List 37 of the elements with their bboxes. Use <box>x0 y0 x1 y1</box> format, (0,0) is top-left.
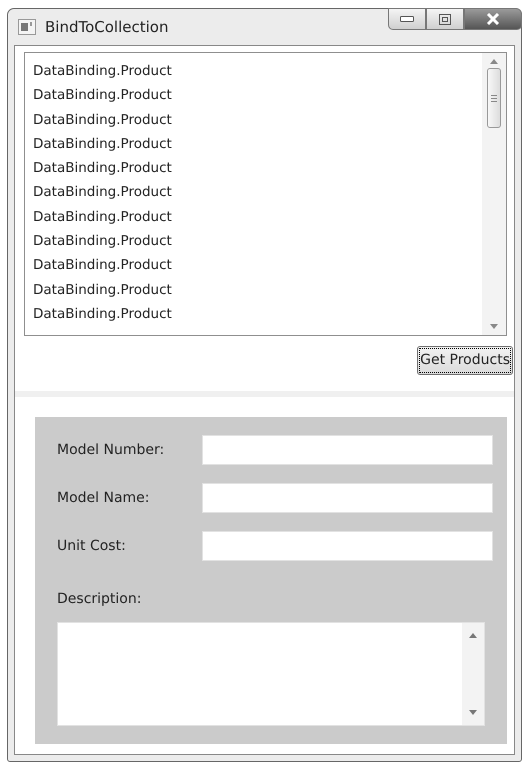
list-item[interactable]: DataBinding.Product <box>33 204 482 230</box>
maximize-button[interactable] <box>426 8 464 30</box>
close-button[interactable] <box>464 8 522 30</box>
field-label: Model Name: <box>57 488 151 508</box>
scroll-bar[interactable] <box>462 623 484 725</box>
scroll-down-icon[interactable] <box>469 710 477 715</box>
list-item[interactable]: DataBinding.Product <box>33 108 482 132</box>
list-item[interactable]: DataBinding.Product <box>33 302 482 326</box>
description-field[interactable] <box>57 622 485 726</box>
list-item[interactable]: DataBinding.Product <box>33 229 482 254</box>
grip-icon <box>491 94 497 102</box>
text-field[interactable] <box>202 483 493 513</box>
text-field[interactable] <box>202 435 493 465</box>
product-list[interactable] <box>24 52 507 336</box>
list-item[interactable]: DataBinding.Product <box>33 59 482 84</box>
list-item[interactable]: DataBinding.Product <box>33 180 482 205</box>
scroll-up-icon[interactable] <box>490 59 498 64</box>
field-label: Description: <box>57 590 142 609</box>
field-label: Model Number: <box>57 440 166 460</box>
field-label: Unit Cost: <box>57 536 127 556</box>
app-window-icon <box>18 19 36 35</box>
text-field[interactable] <box>202 531 493 561</box>
list-item[interactable]: DataBinding.Product <box>33 156 482 180</box>
minimize-button[interactable] <box>388 8 426 30</box>
scroll-down-icon[interactable] <box>490 324 498 329</box>
close-icon <box>486 13 500 25</box>
scroll-up-icon[interactable] <box>469 633 477 638</box>
scroll-thumb[interactable] <box>487 68 501 128</box>
scroll-bar[interactable] <box>482 53 506 335</box>
get-products-button[interactable]: Get Products <box>417 346 513 375</box>
minimize-icon <box>400 16 414 22</box>
list-item[interactable]: DataBinding.Product <box>33 278 482 302</box>
list-item[interactable]: DataBinding.Product <box>33 83 482 108</box>
window-title: BindToCollection <box>45 16 168 38</box>
list-item[interactable]: DataBinding.Product <box>33 132 482 156</box>
list-item[interactable]: DataBinding.Product <box>33 253 482 278</box>
maximize-icon <box>439 14 451 24</box>
